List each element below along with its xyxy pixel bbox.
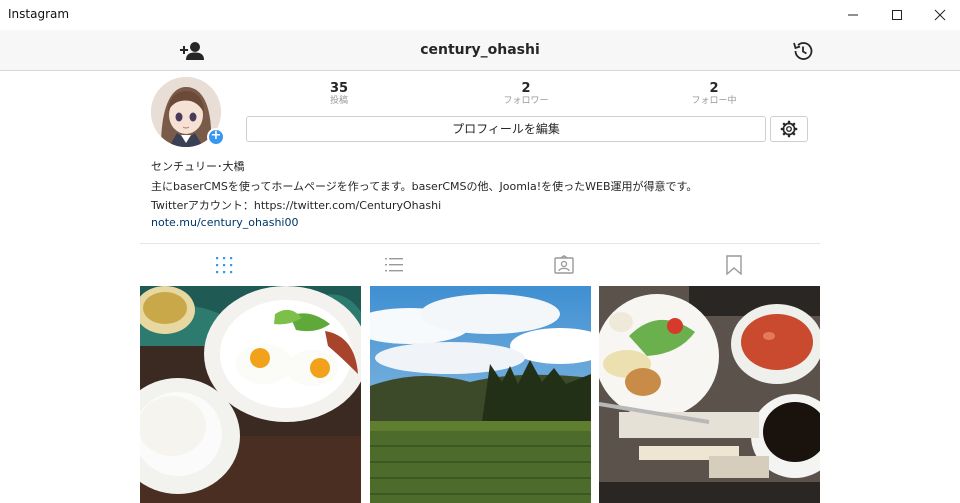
stat-following[interactable]: 2 フォロー中 bbox=[654, 81, 774, 107]
bio-website-link[interactable]: note.mu/century_ohashi00 bbox=[151, 216, 298, 229]
close-icon bbox=[934, 9, 946, 21]
stat-following-count: 2 bbox=[709, 81, 719, 96]
add-story-button[interactable]: + bbox=[207, 128, 225, 146]
options-button[interactable] bbox=[770, 116, 808, 142]
minimize-button[interactable] bbox=[830, 0, 876, 30]
edit-profile-button[interactable]: プロフィールを編集 bbox=[246, 116, 766, 142]
history-icon[interactable] bbox=[791, 39, 815, 63]
grid-icon[interactable] bbox=[214, 255, 234, 275]
window-title: Instagram bbox=[8, 7, 70, 21]
stat-posts-count: 35 bbox=[329, 81, 349, 96]
photo-thumbnail-3[interactable] bbox=[599, 286, 820, 503]
maximize-icon bbox=[892, 10, 902, 20]
stat-followers[interactable]: 2 フォロワー bbox=[466, 81, 586, 107]
stat-posts-label: 投稿 bbox=[329, 96, 348, 106]
list-icon[interactable] bbox=[384, 255, 404, 275]
bio-line-2: Twitterアカウント：https://twitter.com/Century… bbox=[151, 199, 442, 212]
title-bar: Instagram bbox=[0, 0, 960, 30]
bio-name: センチュリー･大橋 bbox=[151, 160, 245, 173]
top-navbar: century_ohashi bbox=[0, 30, 960, 71]
landscape-sky-image bbox=[370, 286, 591, 503]
stat-followers-count: 2 bbox=[521, 81, 531, 96]
profile-username: century_ohashi bbox=[420, 42, 540, 58]
photo-thumbnail-2[interactable] bbox=[370, 286, 591, 503]
minimize-icon bbox=[848, 14, 858, 16]
close-button[interactable] bbox=[917, 0, 960, 30]
breakfast-plate-image bbox=[140, 286, 361, 503]
profile-tabs bbox=[140, 243, 820, 286]
tagged-icon[interactable] bbox=[554, 255, 574, 275]
gear-icon bbox=[780, 120, 798, 138]
stat-posts: 35 投稿 bbox=[279, 81, 399, 107]
bookmark-icon[interactable] bbox=[724, 255, 744, 275]
bio-line-1: 主にbaserCMSを使ってホームページを作ってます。baserCMSの他、Jo… bbox=[151, 180, 698, 193]
stat-followers-label: フォロワー bbox=[503, 96, 549, 106]
lunch-tray-image bbox=[599, 286, 820, 503]
photo-thumbnail-1[interactable] bbox=[140, 286, 361, 503]
stat-following-label: フォロー中 bbox=[691, 96, 737, 106]
maximize-button[interactable] bbox=[874, 0, 920, 30]
